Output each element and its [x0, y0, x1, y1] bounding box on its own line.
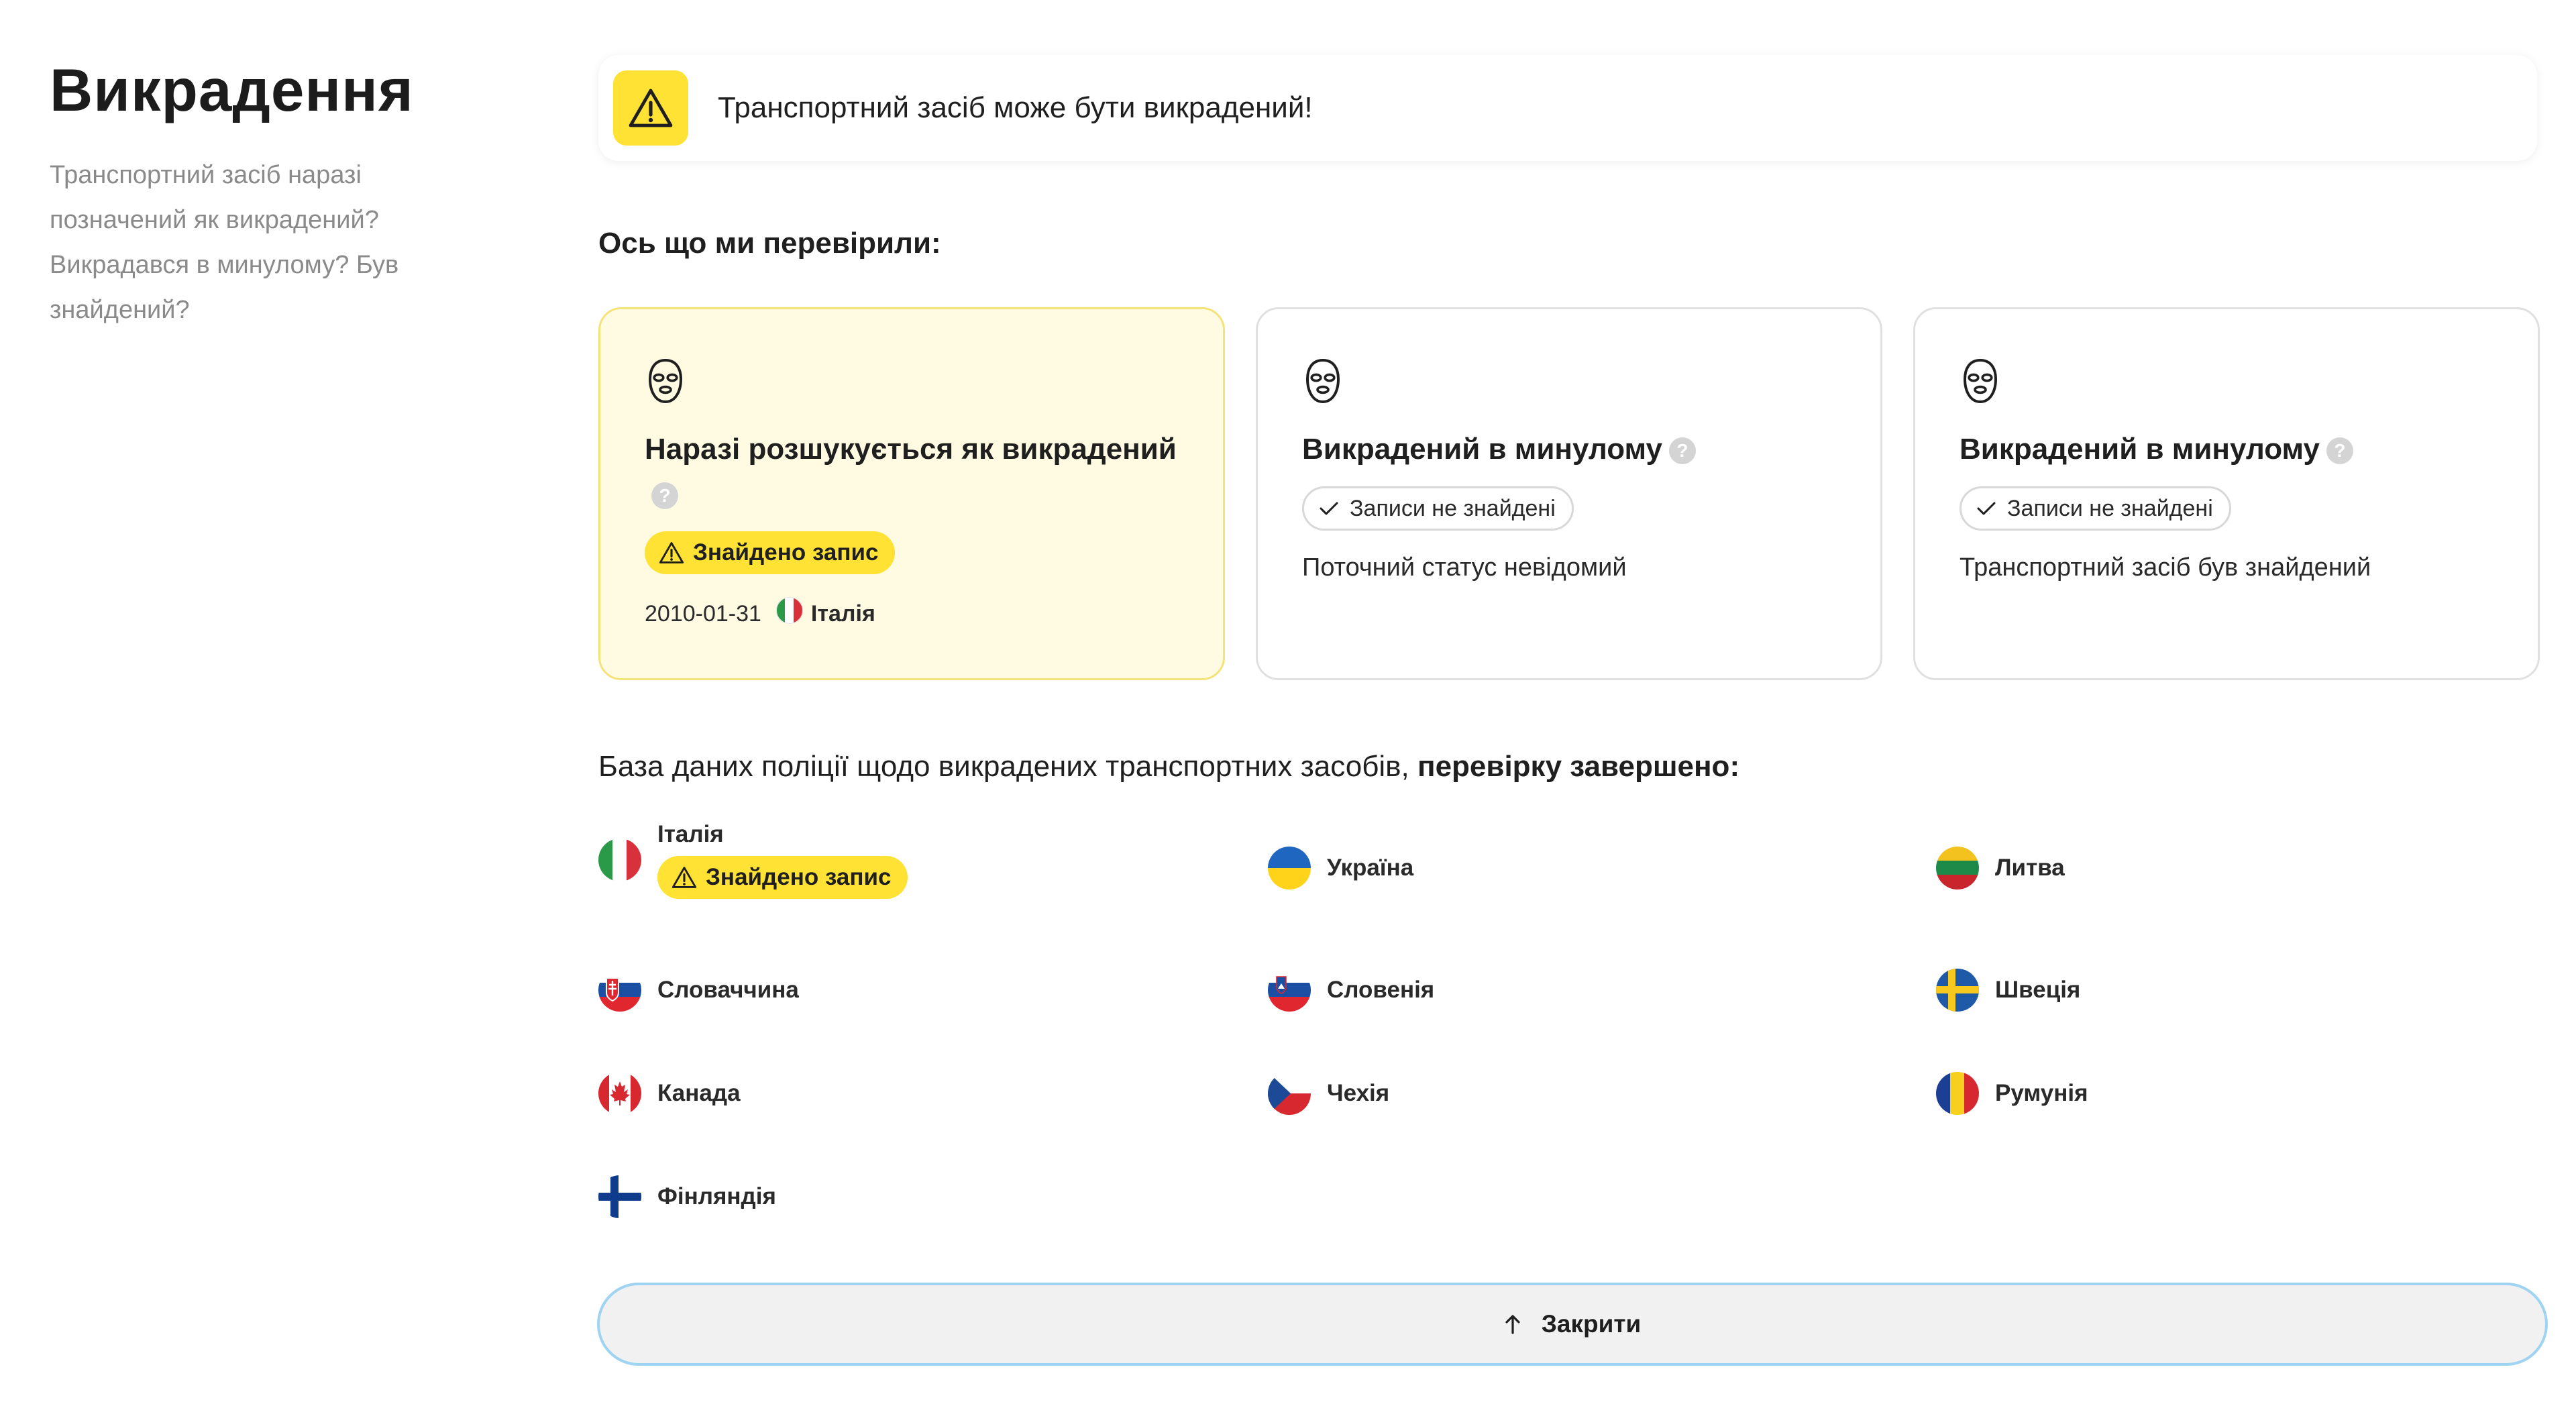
no-records-badge: Записи не знайдені [1960, 486, 2231, 531]
page-description: Транспортний засіб наразі позначений як … [50, 160, 399, 324]
country-name: Румунія [1995, 1080, 2088, 1106]
country-item-ukraine: Україна [1268, 847, 1413, 889]
warning-triangle-icon [672, 867, 697, 888]
record-date: 2010-01-31 [645, 600, 761, 627]
card-title: Викрадений в минулому? [1302, 427, 1836, 472]
country-item-sweden: Швеція [1936, 969, 2080, 1012]
country-name: Словаччина [657, 977, 799, 1003]
italy-flag-icon [598, 839, 641, 881]
country-name: Канада [657, 1080, 741, 1106]
checkmark-icon [1320, 502, 1338, 515]
card-stolen-past-status: Викрадений в минулому? Записи не знайден… [1256, 307, 1882, 680]
country-name: Швеція [1995, 977, 2081, 1003]
balaclava-icon [1305, 358, 1340, 404]
slovenia-flag-icon [1268, 969, 1311, 1012]
canada-flag-icon [598, 1072, 641, 1115]
italy-flag-icon [775, 597, 803, 631]
balaclava-icon [1963, 358, 1998, 404]
sweden-flag-icon [1936, 969, 1979, 1012]
lithuania-flag-icon [1936, 847, 1979, 889]
record-found-badge: Знайдено запис [657, 856, 908, 899]
record-details: 2010-01-31 Італія [645, 597, 1179, 631]
finland-flag-icon [598, 1175, 641, 1218]
slovakia-flag-icon [598, 969, 641, 1012]
theft-alert: Транспортний засіб може бути викрадений! [598, 55, 2537, 161]
card-title: Викрадений в минулому? [1960, 427, 2493, 472]
country-item-romania: Румунія [1936, 1072, 2088, 1115]
card-currently-wanted: Наразі розшукується як викрадений? Знайд… [598, 307, 1225, 680]
country-list: Італія Знайдено запис Україна Литва Слов… [598, 784, 2545, 1293]
country-item-lithuania: Литва [1936, 847, 2065, 889]
card-title: Наразі розшукується як викрадений? [645, 427, 1179, 517]
help-icon[interactable]: ? [651, 482, 678, 510]
country-item-finland: Фінляндія [598, 1175, 776, 1218]
country-name: Чехія [1327, 1080, 1390, 1106]
balaclava-icon [648, 358, 683, 404]
checkmark-icon [1977, 502, 1996, 515]
no-records-badge: Записи не знайдені [1302, 486, 1574, 531]
czechia-flag-icon [1268, 1072, 1311, 1115]
record-country: Італія [810, 600, 875, 627]
country-name: Італія [657, 821, 724, 847]
warning-triangle-icon [659, 542, 684, 563]
close-button[interactable]: Закрити [597, 1283, 2548, 1366]
main-content: Транспортний засіб може бути викрадений!… [598, 55, 2545, 1293]
country-item-slovakia: Словаччина [598, 969, 799, 1012]
page-title: Викрадення [50, 56, 414, 123]
close-button-label: Закрити [1541, 1310, 1642, 1338]
country-name: Україна [1327, 855, 1414, 881]
checked-heading: Ось що ми перевірили: [598, 227, 941, 260]
country-item-czechia: Чехія [1268, 1072, 1389, 1115]
romania-flag-icon [1936, 1072, 1979, 1115]
sidebar: Викрадення Транспортний засіб наразі поз… [50, 56, 466, 333]
arrow-up-icon [1505, 1315, 1520, 1334]
alert-text: Транспортний засіб може бути викрадений! [718, 91, 1313, 124]
help-icon[interactable]: ? [1668, 437, 1696, 465]
country-item-italy: Італія Знайдено запис [598, 821, 908, 899]
country-name: Фінляндія [657, 1183, 776, 1209]
country-item-canada: Канада [598, 1072, 741, 1115]
country-name: Словенія [1327, 977, 1435, 1003]
warning-triangle-icon [613, 70, 688, 146]
check-cards: Наразі розшукується як викрадений? Знайд… [598, 307, 2545, 680]
country-item-slovenia: Словенія [1268, 969, 1434, 1012]
card-status: Поточний статус невідомий [1302, 553, 1627, 582]
card-stolen-past-found: Викрадений в минулому? Записи не знайден… [1913, 307, 2540, 680]
database-heading: База даних поліції щодо викрадених транс… [598, 750, 1740, 783]
ukraine-flag-icon [1268, 847, 1311, 889]
card-status: Транспортний засіб був знайдений [1960, 553, 2371, 582]
record-found-badge: Знайдено запис [645, 531, 895, 574]
help-icon[interactable]: ? [2326, 437, 2353, 465]
country-name: Литва [1995, 855, 2065, 881]
